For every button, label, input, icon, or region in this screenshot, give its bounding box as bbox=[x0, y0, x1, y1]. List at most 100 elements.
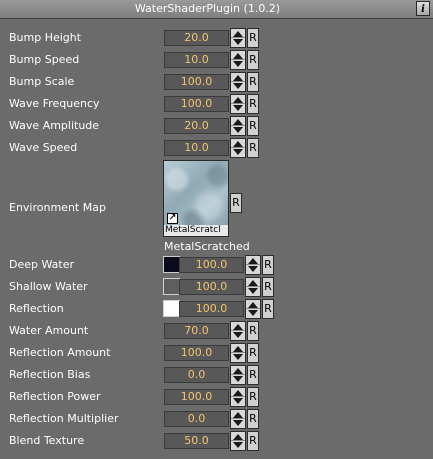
reset-button[interactable]: R bbox=[247, 321, 259, 341]
param-label: Wave Amplitude bbox=[9, 119, 100, 132]
param-label: Reflection Bias bbox=[9, 368, 91, 381]
arrow-down-icon bbox=[248, 266, 258, 272]
param-label: Reflection Multiplier bbox=[9, 412, 119, 425]
param-label: Deep Water bbox=[9, 258, 75, 271]
param-label: Shallow Water bbox=[9, 280, 88, 293]
spin-arrows[interactable] bbox=[245, 255, 261, 275]
spin-arrows[interactable] bbox=[230, 431, 246, 451]
bump-scale-field[interactable]: 100.0 bbox=[164, 74, 229, 90]
param-row-wave-frequency: Wave Frequency 100.0 R bbox=[0, 93, 433, 115]
deep-water-color-swatch[interactable] bbox=[163, 256, 180, 273]
arrow-down-icon bbox=[248, 288, 258, 294]
environment-map-caption: MetalScratched bbox=[164, 240, 250, 253]
param-row-bump-scale: Bump Scale 100.0 R bbox=[0, 71, 433, 93]
arrow-down-icon bbox=[233, 61, 243, 67]
color-row-reflection: Reflection 100.0 R bbox=[0, 298, 433, 320]
param-label: Bump Height bbox=[9, 31, 82, 44]
reflection-power-field[interactable]: 100.0 bbox=[164, 389, 229, 405]
info-button[interactable]: i bbox=[416, 1, 430, 16]
arrow-down-icon bbox=[233, 420, 243, 426]
spin-arrows[interactable] bbox=[230, 94, 246, 114]
deep-water-alpha-field[interactable]: 100.0 bbox=[179, 257, 244, 273]
spin-arrows[interactable] bbox=[230, 116, 246, 136]
reset-button[interactable]: R bbox=[247, 116, 259, 136]
param-row-reflection-bias: Reflection Bias 0.0 R bbox=[0, 364, 433, 386]
shallow-water-alpha-field[interactable]: 100.0 bbox=[179, 279, 244, 295]
reflection-multiplier-field[interactable]: 0.0 bbox=[164, 411, 229, 427]
arrow-down-icon bbox=[248, 310, 258, 316]
plugin-title: WaterShaderPlugin (1.0.2) bbox=[134, 2, 281, 15]
reset-button[interactable]: R bbox=[262, 255, 274, 275]
reset-button[interactable]: R bbox=[247, 365, 259, 385]
water-amount-field[interactable]: 70.0 bbox=[164, 323, 229, 339]
wave-speed-field[interactable]: 10.0 bbox=[164, 140, 229, 156]
reset-button[interactable]: R bbox=[247, 50, 259, 70]
reset-button[interactable]: R bbox=[247, 28, 259, 48]
reset-button[interactable]: R bbox=[247, 72, 259, 92]
thumbnail-name: MetalScratcl bbox=[164, 225, 228, 236]
spin-arrows[interactable] bbox=[230, 387, 246, 407]
param-row-blend-texture: Blend Texture 50.0 R bbox=[0, 430, 433, 452]
color-row-shallow-water: Shallow Water 100.0 R bbox=[0, 276, 433, 298]
bump-speed-field[interactable]: 10.0 bbox=[164, 52, 229, 68]
arrow-down-icon bbox=[233, 442, 243, 448]
param-label: Reflection bbox=[9, 302, 64, 315]
param-label: Reflection Amount bbox=[9, 346, 111, 359]
param-row-reflection-power: Reflection Power 100.0 R bbox=[0, 386, 433, 408]
arrow-down-icon bbox=[233, 105, 243, 111]
reset-button[interactable]: R bbox=[247, 431, 259, 451]
arrow-down-icon bbox=[233, 127, 243, 133]
param-label: Wave Frequency bbox=[9, 97, 100, 110]
arrow-down-icon bbox=[233, 398, 243, 404]
param-label: Reflection Power bbox=[9, 390, 101, 403]
arrow-down-icon bbox=[233, 354, 243, 360]
reflection-bias-field[interactable]: 0.0 bbox=[164, 367, 229, 383]
bump-height-field[interactable]: 20.0 bbox=[164, 30, 229, 46]
reset-button[interactable]: R bbox=[247, 343, 259, 363]
arrow-down-icon bbox=[233, 83, 243, 89]
spin-arrows[interactable] bbox=[230, 409, 246, 429]
param-row-wave-amplitude: Wave Amplitude 20.0 R bbox=[0, 115, 433, 137]
param-row-reflection-multiplier: Reflection Multiplier 0.0 R bbox=[0, 408, 433, 430]
param-row-bump-speed: Bump Speed 10.0 R bbox=[0, 49, 433, 71]
reflection-amount-field[interactable]: 100.0 bbox=[164, 345, 229, 361]
plugin-title-bar: WaterShaderPlugin (1.0.2) i bbox=[0, 0, 433, 19]
spin-arrows[interactable] bbox=[230, 28, 246, 48]
wave-frequency-field[interactable]: 100.0 bbox=[164, 96, 229, 112]
param-label: Bump Scale bbox=[9, 75, 75, 88]
spin-arrows[interactable] bbox=[230, 72, 246, 92]
param-label: Blend Texture bbox=[9, 434, 85, 447]
environment-map-label: Environment Map bbox=[9, 201, 106, 214]
param-row-bump-height: Bump Height 20.0 R bbox=[0, 27, 433, 49]
shallow-water-color-swatch[interactable] bbox=[163, 278, 180, 295]
reflection-color-swatch[interactable] bbox=[163, 300, 180, 317]
reflection-alpha-field[interactable]: 100.0 bbox=[179, 301, 244, 317]
spin-arrows[interactable] bbox=[230, 138, 246, 158]
spin-arrows[interactable] bbox=[245, 277, 261, 297]
spin-arrows[interactable] bbox=[230, 365, 246, 385]
reset-button[interactable]: R bbox=[247, 94, 259, 114]
environment-map-reset-button[interactable]: R bbox=[230, 193, 242, 213]
spin-arrows[interactable] bbox=[230, 321, 246, 341]
spin-arrows[interactable] bbox=[230, 50, 246, 70]
reset-button[interactable]: R bbox=[247, 138, 259, 158]
param-row-wave-speed: Wave Speed 10.0 R bbox=[0, 137, 433, 159]
color-row-deep-water: Deep Water 100.0 R bbox=[0, 254, 433, 276]
param-row-reflection-amount: Reflection Amount 100.0 R bbox=[0, 342, 433, 364]
arrow-down-icon bbox=[233, 149, 243, 155]
reset-button[interactable]: R bbox=[247, 409, 259, 429]
param-label: Bump Speed bbox=[9, 53, 80, 66]
param-row-water-amount: Water Amount 70.0 R bbox=[0, 320, 433, 342]
spin-arrows[interactable] bbox=[230, 343, 246, 363]
arrow-down-icon bbox=[233, 39, 243, 45]
reset-button[interactable]: R bbox=[247, 387, 259, 407]
wave-amplitude-field[interactable]: 20.0 bbox=[164, 118, 229, 134]
param-label: Wave Speed bbox=[9, 141, 78, 154]
environment-map-thumbnail[interactable]: ↗ MetalScratcl bbox=[163, 160, 229, 237]
reset-button[interactable]: R bbox=[262, 299, 274, 319]
reset-button[interactable]: R bbox=[262, 277, 274, 297]
spin-arrows[interactable] bbox=[245, 299, 261, 319]
param-label: Water Amount bbox=[9, 324, 89, 337]
blend-texture-field[interactable]: 50.0 bbox=[164, 433, 229, 449]
arrow-down-icon bbox=[233, 376, 243, 382]
